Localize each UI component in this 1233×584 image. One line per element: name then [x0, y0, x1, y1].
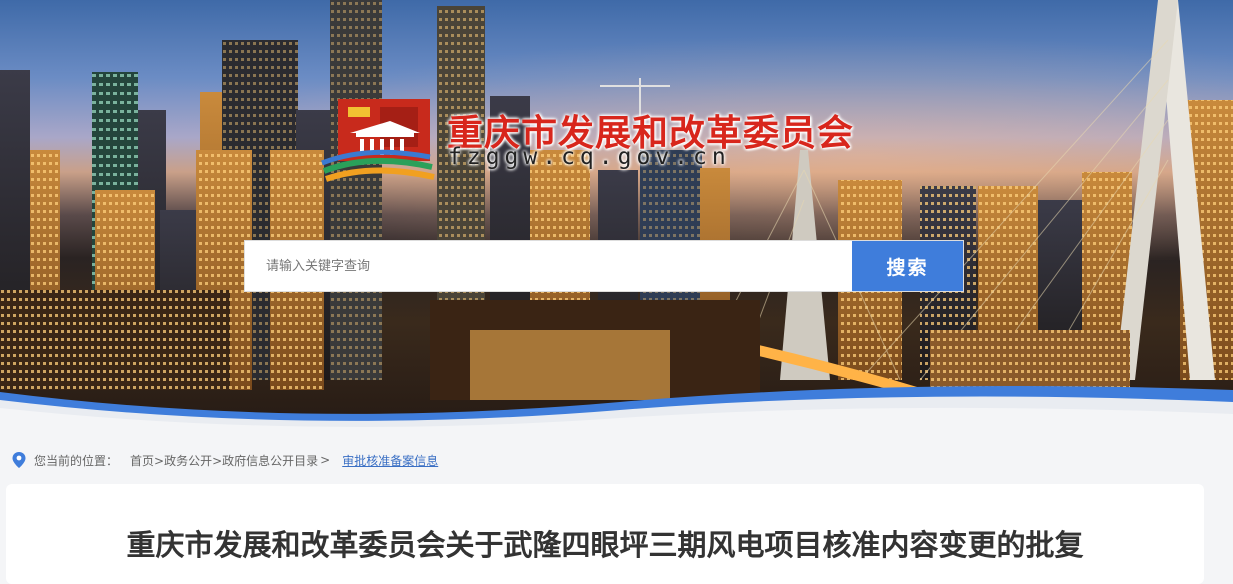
breadcrumb-label: 您当前的位置： — [34, 453, 119, 468]
breadcrumb: 您当前的位置： 首页 >政务公开 >政府信息公开目录 > 审批核准备案信息 — [12, 449, 438, 471]
breadcrumb-separator: > — [320, 453, 331, 467]
header-banner: 重庆市发展和改革委员会 fzggw.cq.gov.cn 搜索 — [0, 0, 1233, 430]
article-panel: 重庆市发展和改革委员会关于武隆四眼坪三期风电项目核准内容变更的批复 — [6, 484, 1204, 584]
banner-wave-divider — [0, 386, 1233, 430]
breadcrumb-gov-affairs-link[interactable]: >政务公开 — [154, 452, 212, 469]
search-button[interactable]: 搜索 — [852, 241, 963, 291]
article-title: 重庆市发展和改革委员会关于武隆四眼坪三期风电项目核准内容变更的批复 — [126, 528, 1084, 562]
breadcrumb-current-link[interactable]: 审批核准备案信息 — [342, 452, 438, 469]
government-building-logo-icon — [321, 99, 435, 182]
city-skyline-image — [0, 0, 1233, 410]
breadcrumb-home-link[interactable]: 首页 — [130, 452, 154, 469]
breadcrumb-info-catalog-link[interactable]: >政府信息公开目录 — [212, 452, 318, 469]
search-bar: 搜索 — [244, 240, 964, 292]
search-input[interactable] — [245, 241, 852, 291]
site-domain: fzggw.cq.gov.cn — [448, 144, 731, 170]
location-pin-icon — [12, 452, 26, 468]
